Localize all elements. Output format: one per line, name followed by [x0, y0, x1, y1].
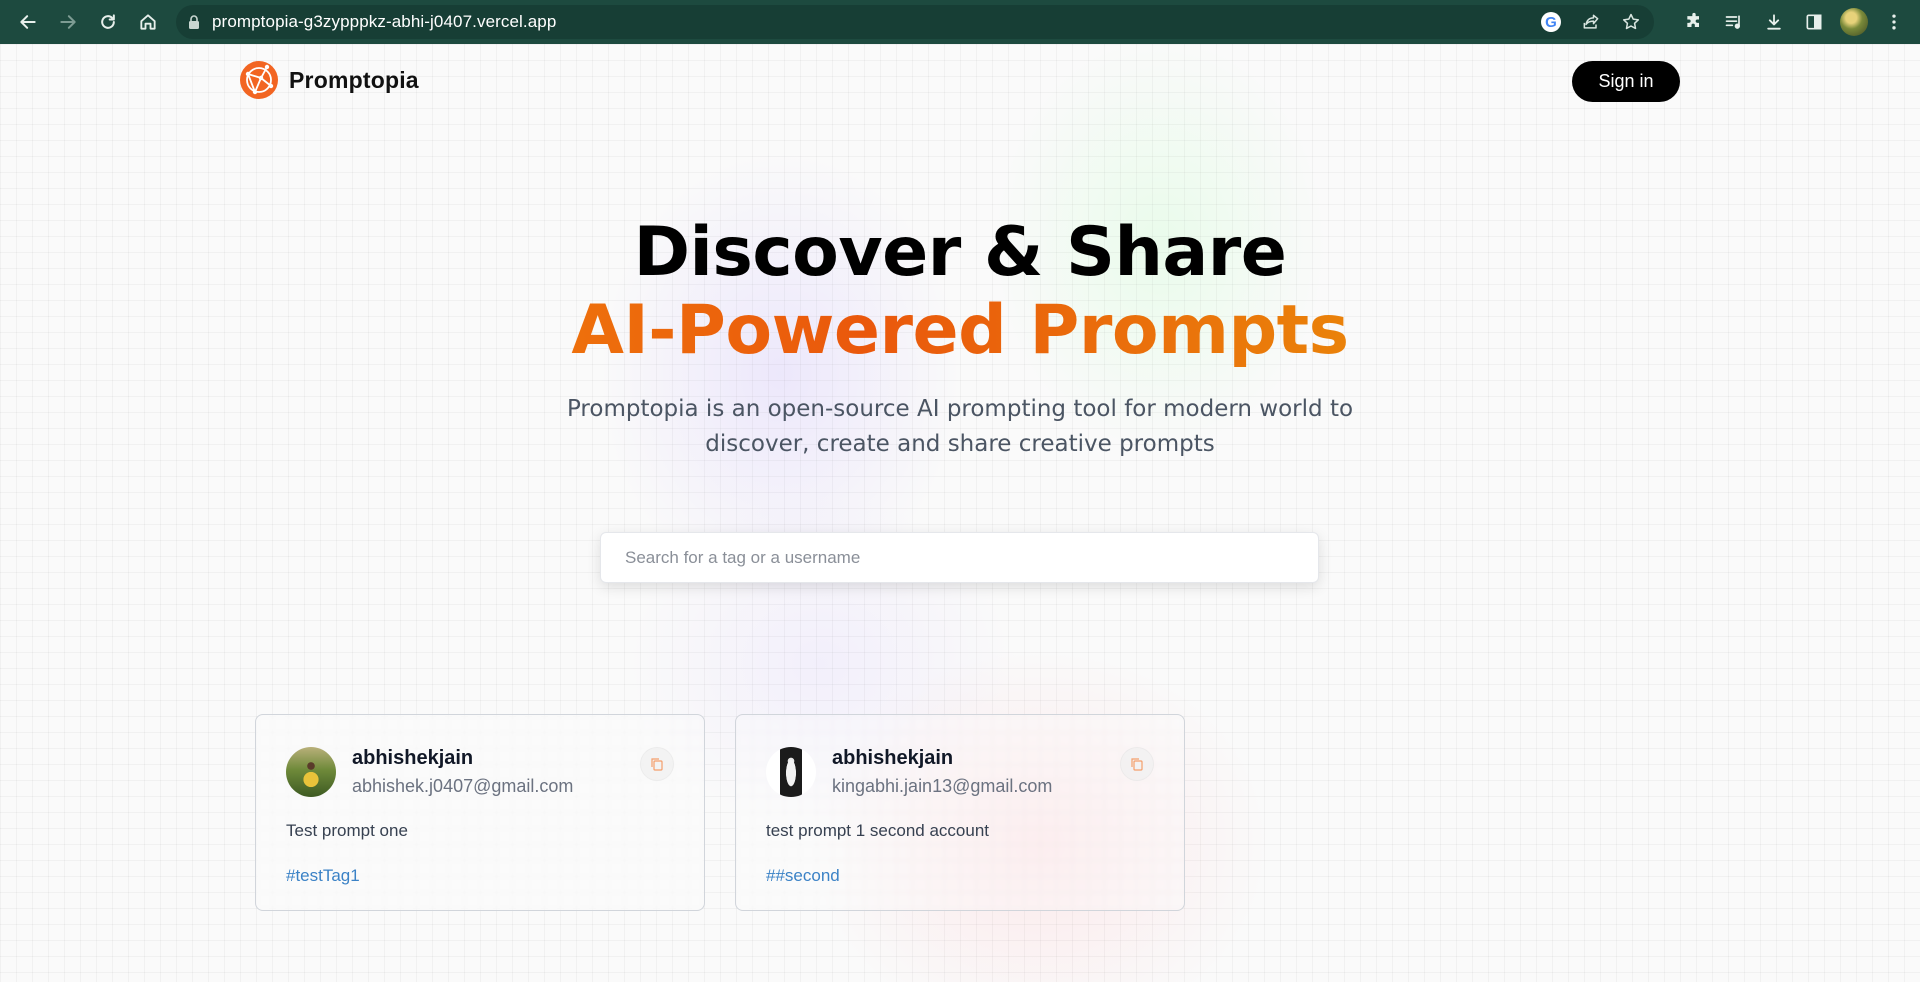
card-email: kingabhi.jain13@gmail.com: [832, 776, 1053, 796]
profile-avatar[interactable]: [1836, 4, 1872, 40]
google-lens-icon[interactable]: G: [1538, 9, 1564, 35]
prompt-tag[interactable]: ##second: [766, 866, 840, 886]
prompt-text: test prompt 1 second account: [766, 821, 990, 840]
hero-section: Discover & Share AI-Powered Prompts Prom…: [0, 214, 1920, 462]
card-user[interactable]: abhishekjain abhishek.j0407@gmail.com: [286, 747, 573, 797]
back-button[interactable]: [8, 0, 48, 44]
avatar: [286, 747, 336, 797]
forward-icon: [60, 15, 76, 29]
copy-icon: [651, 758, 663, 771]
promptopia-logo-icon: [240, 61, 278, 99]
reload-button[interactable]: [88, 0, 128, 44]
back-icon: [20, 15, 36, 29]
top-navigation: Promptopia Sign in: [0, 44, 1920, 124]
card-username: abhishekjain: [832, 747, 954, 769]
copy-button[interactable]: [1120, 747, 1154, 781]
sign-in-button[interactable]: Sign in: [1572, 61, 1680, 102]
forward-button[interactable]: [48, 0, 88, 44]
card-username: abhishekjain: [352, 747, 474, 769]
side-panel-icon[interactable]: [1796, 4, 1832, 40]
card-user[interactable]: abhishekjain kingabhi.jain13@gmail.com: [766, 747, 1052, 797]
prompt-card: abhishekjain abhishek.j0407@gmail.com Te…: [255, 714, 705, 911]
search-form: [600, 532, 1319, 583]
hero-title-line1: Discover & Share: [633, 213, 1287, 292]
download-icon[interactable]: [1756, 4, 1792, 40]
extensions-icon[interactable]: [1676, 4, 1712, 40]
copy-button[interactable]: [640, 747, 674, 781]
home-icon: [140, 14, 156, 30]
card-email: abhishek.j0407@gmail.com: [352, 776, 574, 796]
search-input[interactable]: [600, 532, 1319, 583]
avatar: [766, 747, 816, 797]
copy-icon: [1131, 758, 1143, 771]
reload-icon: [101, 14, 115, 29]
browser-toolbar: promptopia-g3zypppkz-abhi-j0407.vercel.a…: [0, 0, 1920, 44]
menu-icon[interactable]: [1876, 4, 1912, 40]
prompt-tag[interactable]: #testTag1: [286, 866, 360, 886]
prompt-card: abhishekjain kingabhi.jain13@gmail.com t…: [735, 714, 1185, 911]
bookmark-star-icon[interactable]: [1618, 9, 1644, 35]
prompt-text: Test prompt one: [286, 821, 408, 840]
address-bar[interactable]: promptopia-g3zypppkz-abhi-j0407.vercel.a…: [176, 5, 1654, 39]
url-text[interactable]: promptopia-g3zypppkz-abhi-j0407.vercel.a…: [212, 12, 556, 32]
lock-icon[interactable]: [176, 15, 212, 29]
hero-title: Discover & Share AI-Powered Prompts: [0, 214, 1920, 370]
share-icon[interactable]: [1578, 9, 1604, 35]
brand-link[interactable]: Promptopia: [239, 60, 419, 100]
hero-description: Promptopia is an open-source AI promptin…: [566, 396, 1354, 457]
page-content: Promptopia Sign in Discover & Share AI-P…: [0, 44, 1920, 982]
media-icon[interactable]: [1716, 4, 1752, 40]
brand-name: Promptopia: [289, 66, 419, 93]
home-button[interactable]: [128, 0, 168, 44]
hero-title-line2: AI-Powered Prompts: [0, 292, 1920, 370]
